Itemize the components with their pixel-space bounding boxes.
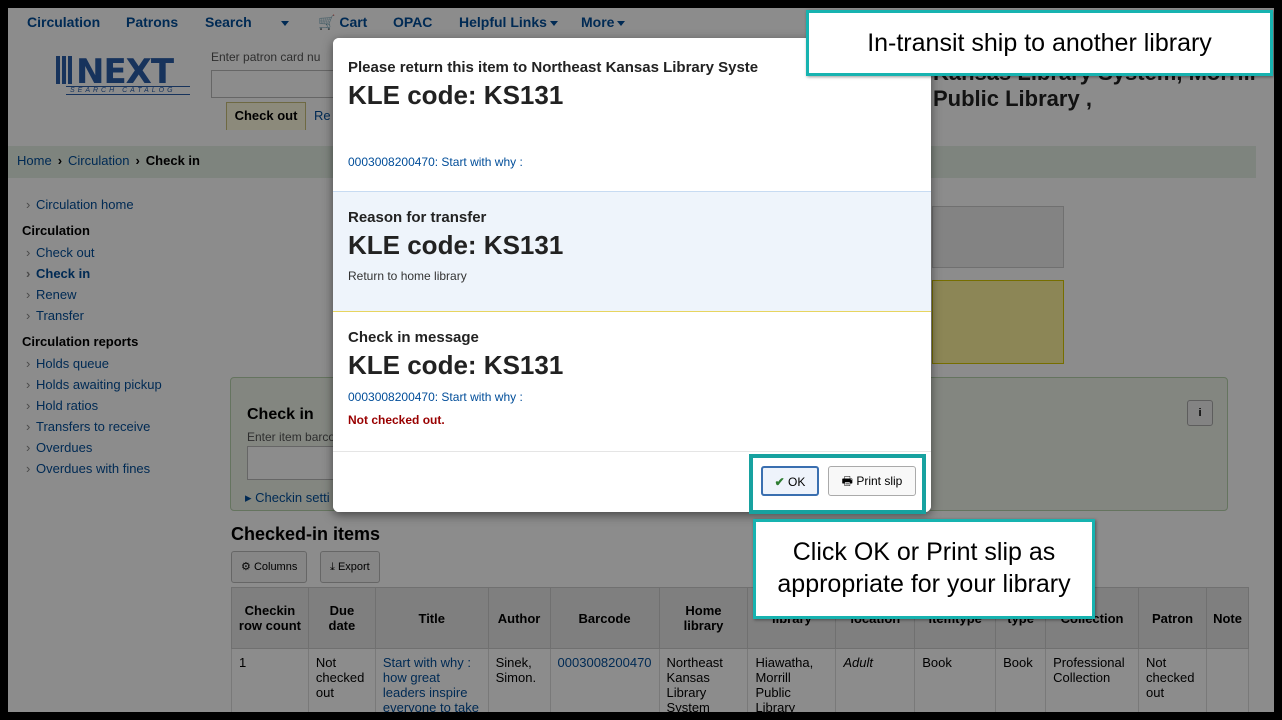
transfer-reason-section: Reason for transfer KLE code: KS131 Retu… bbox=[333, 192, 931, 312]
callout-bottom-line2: appropriate for your library bbox=[777, 570, 1071, 598]
kle-code: KLE code: KS131 bbox=[348, 230, 564, 260]
item-link[interactable]: 0003008200470: Start with why : bbox=[348, 155, 523, 169]
kle-code: KLE code: KS131 bbox=[348, 350, 564, 380]
item-link[interactable]: 0003008200470: Start with why : bbox=[348, 390, 523, 404]
transfer-reason-text: Return to home library bbox=[348, 269, 467, 283]
callout-bottom-line1: Click OK or Print slip as bbox=[792, 538, 1056, 566]
not-checked-out-warning: Not checked out. bbox=[348, 413, 445, 427]
button-highlight bbox=[749, 454, 926, 514]
callout-top: In-transit ship to another library bbox=[806, 10, 1273, 76]
checkin-message-heading: Check in message bbox=[348, 329, 479, 346]
callout-bottom: Click OK or Print slip as appropriate fo… bbox=[753, 519, 1095, 619]
koha-screen: Circulation Patrons Search 🛒 Cart OPAC H… bbox=[8, 8, 1274, 712]
transfer-modal: Please return this item to Northeast Kan… bbox=[333, 38, 931, 512]
transfer-reason-heading: Reason for transfer bbox=[348, 209, 487, 226]
kle-code: KLE code: KS131 bbox=[348, 80, 564, 110]
checkin-message-section: Check in message KLE code: KS131 0003008… bbox=[333, 312, 931, 452]
